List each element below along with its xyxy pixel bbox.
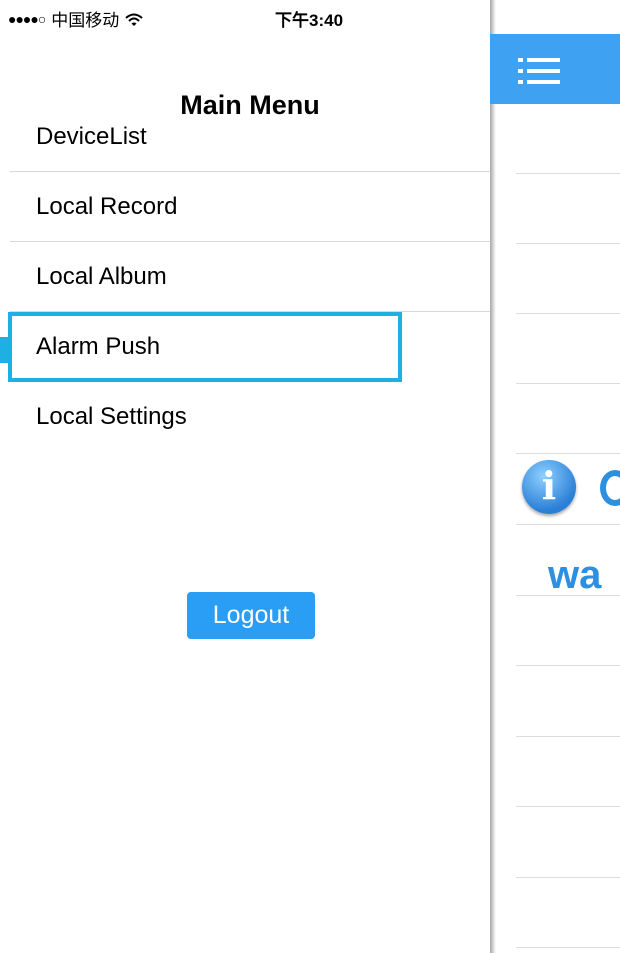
row-divider <box>516 524 620 525</box>
content-shadow <box>490 0 496 953</box>
side-menu: Main Menu DeviceList Local Record Local … <box>0 34 490 953</box>
row-divider <box>516 665 620 666</box>
status-time: 下午3:40 <box>275 11 344 30</box>
carrier-name: 中国移动 <box>51 11 120 30</box>
logout-button[interactable]: Logout <box>187 592 315 639</box>
menu-list: DeviceList Local Record Local Album Alar… <box>0 102 490 452</box>
partial-text-glyph <box>600 470 620 506</box>
menu-item-local-album[interactable]: Local Album <box>0 242 490 312</box>
row-divider <box>516 383 620 384</box>
menu-item-label: Alarm Push <box>36 333 161 360</box>
row-divider <box>516 736 620 737</box>
info-icon <box>522 460 576 514</box>
menu-item-label: Local Settings <box>36 403 187 430</box>
main-content-peek[interactable]: wa <box>490 0 620 953</box>
menu-item-label: DeviceList <box>36 123 147 150</box>
status-left: ●●●●○ 中国移动 <box>8 6 143 31</box>
signal-strength: ●●●●○ <box>8 10 46 27</box>
selection-indicator <box>0 337 8 363</box>
row-divider <box>516 595 620 596</box>
menu-item-label: Local Album <box>36 263 167 290</box>
nav-bar <box>490 34 620 104</box>
row-divider <box>516 453 620 454</box>
row-divider <box>516 243 620 244</box>
menu-item-local-record[interactable]: Local Record <box>0 172 490 242</box>
row-divider <box>516 806 620 807</box>
menu-item-devicelist[interactable]: DeviceList <box>0 102 490 172</box>
row-divider <box>516 947 620 948</box>
menu-item-label: Local Record <box>36 193 178 220</box>
row-divider <box>516 173 620 174</box>
menu-item-local-settings[interactable]: Local Settings <box>0 382 490 452</box>
row-divider <box>516 313 620 314</box>
wifi-icon <box>125 12 143 26</box>
hamburger-icon[interactable] <box>518 56 562 86</box>
partial-message-text: wa <box>548 553 602 597</box>
row-divider <box>516 877 620 878</box>
menu-item-alarm-push[interactable]: Alarm Push <box>8 312 402 382</box>
